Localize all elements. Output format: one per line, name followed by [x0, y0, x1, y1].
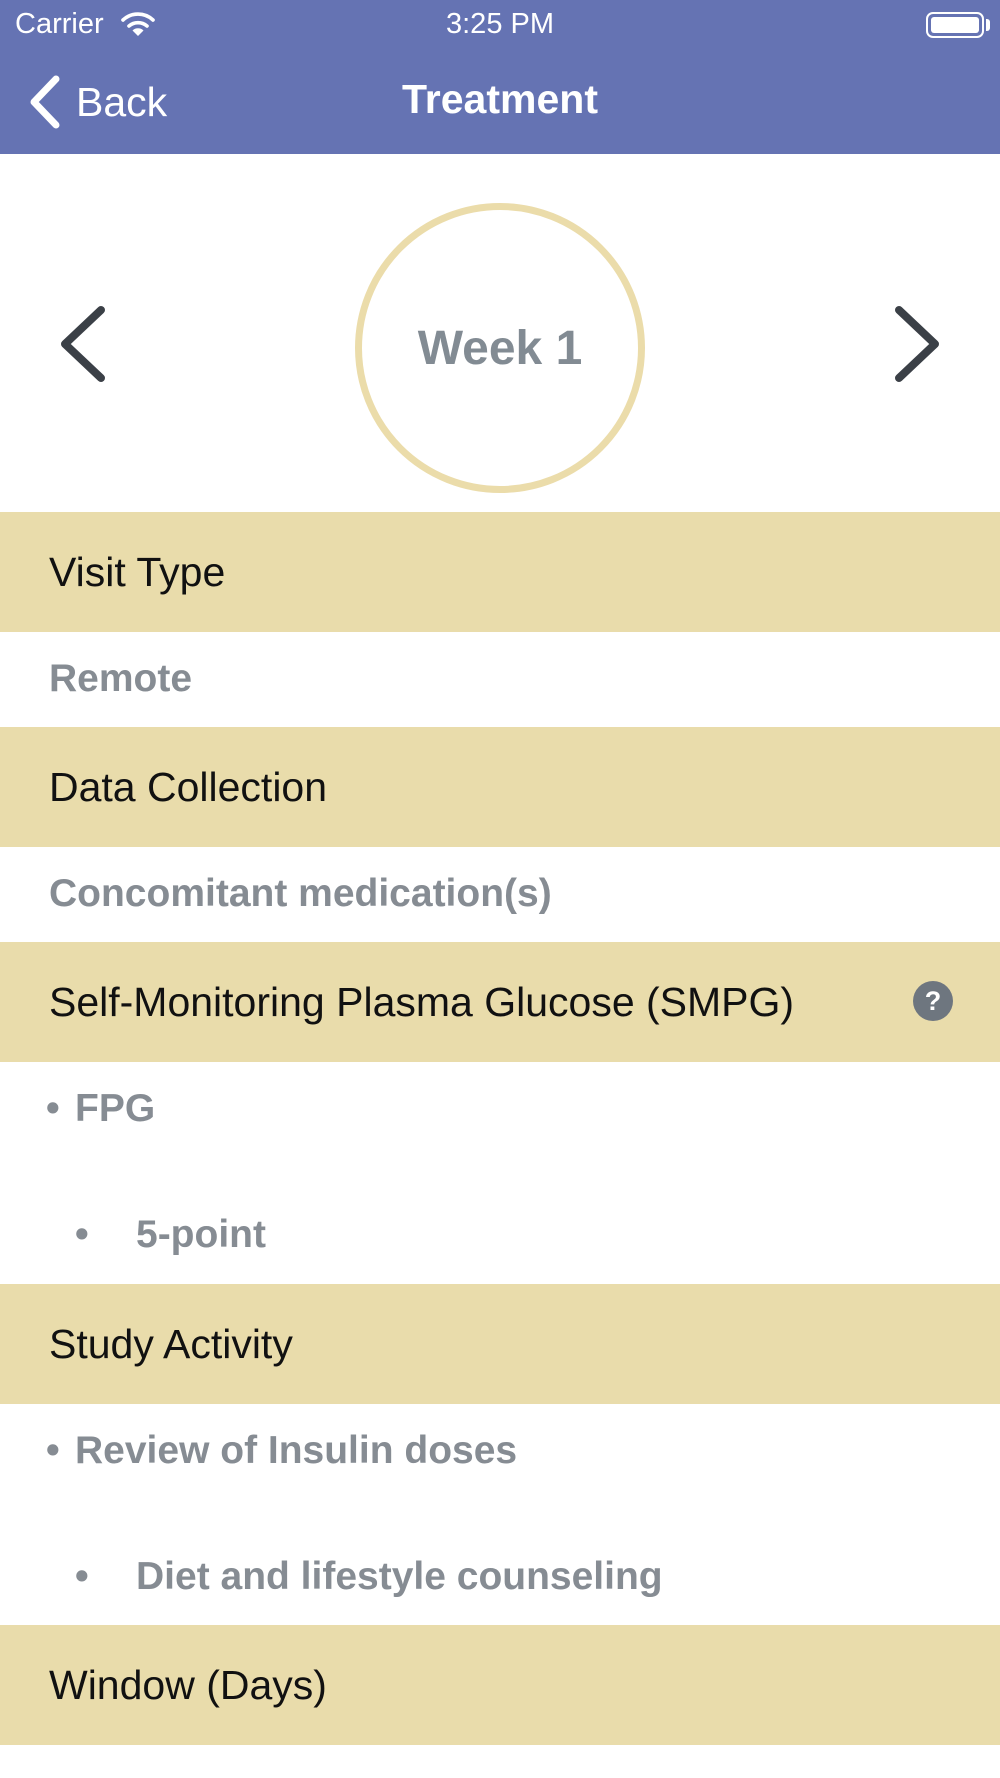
next-week-arrow-icon[interactable] — [885, 304, 945, 384]
help-icon[interactable]: ? — [913, 981, 953, 1021]
smpg-item: 5-point — [136, 1213, 266, 1256]
section-header-study-activity: Study Activity — [0, 1284, 1000, 1404]
page-title: Treatment — [402, 76, 598, 122]
section-header-smpg: Self-Monitoring Plasma Glucose (SMPG) ? — [0, 942, 1000, 1062]
section-title: Study Activity — [49, 1320, 293, 1367]
bullet-icon: • — [46, 1429, 60, 1472]
section-title: Self-Monitoring Plasma Glucose (SMPG) — [49, 978, 795, 1025]
section-header-data-collection: Data Collection — [0, 727, 1000, 847]
battery-tip — [986, 19, 990, 31]
navigation-bar: Carrier 3:25 PM Back Treatment — [0, 0, 1000, 154]
smpg-item: FPG — [75, 1087, 156, 1130]
visit-type-value: Remote — [49, 657, 193, 700]
section-title: Data Collection — [49, 763, 328, 810]
study-activity-item: Review of Insulin doses — [75, 1429, 518, 1472]
section-header-visit-type: Visit Type — [0, 512, 1000, 632]
status-bar: Carrier 3:25 PM — [0, 0, 1000, 50]
study-activity-item: Diet and lifestyle counseling — [136, 1555, 663, 1598]
week-indicator: Week 1 — [355, 203, 645, 493]
status-time: 3:25 PM — [446, 8, 554, 40]
screen: Carrier 3:25 PM Back Treatment Week 1 Vi… — [0, 0, 1000, 1778]
section-title: Visit Type — [49, 548, 226, 595]
section-header-window: Window (Days) — [0, 1625, 1000, 1745]
battery-icon — [926, 12, 984, 38]
bullet-icon: • — [75, 1555, 89, 1598]
bullet-icon: • — [46, 1087, 60, 1130]
data-collection-value: Concomitant medication(s) — [49, 872, 552, 915]
previous-week-arrow-icon[interactable] — [55, 304, 115, 384]
section-title: Window (Days) — [49, 1661, 327, 1708]
week-selector: Week 1 — [0, 154, 1000, 512]
bullet-icon: • — [75, 1213, 89, 1256]
